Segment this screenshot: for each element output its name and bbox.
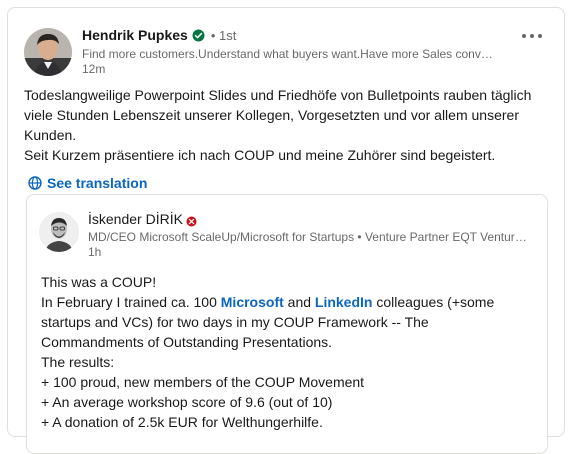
- reshared-text-line: This was a COUP!: [41, 274, 157, 290]
- reshared-text-line: + A donation of 2.5k EUR for Welthungerh…: [41, 414, 323, 430]
- post-text-paragraph: Todeslangweilige Powerpoint Slides und F…: [24, 87, 532, 143]
- post-header: Hendrik Pupkes • 1st Find more customers…: [24, 26, 548, 76]
- reshared-text-line: In February I trained ca. 100 Microsoft …: [41, 292, 535, 352]
- see-translation-label: See translation: [47, 175, 148, 191]
- reshared-post-header: İskender DİRİK MD/CEO Microsoft ScaleUp/…: [39, 210, 535, 260]
- more-horizontal-icon: [530, 34, 534, 38]
- reshared-text-fragment: In February I trained ca. 100: [41, 294, 221, 310]
- more-options-button[interactable]: [516, 26, 548, 46]
- mention-link-linkedin[interactable]: LinkedIn: [315, 294, 373, 310]
- reshared-author-name[interactable]: İskender DİRİK: [88, 211, 183, 227]
- reshared-text-line: The results:: [41, 354, 115, 370]
- author-avatar[interactable]: [24, 28, 72, 76]
- reshared-author-meta: İskender DİRİK MD/CEO Microsoft ScaleUp/…: [88, 210, 535, 260]
- status-badge-icon: [186, 214, 197, 226]
- reshared-author-avatar[interactable]: [39, 212, 79, 252]
- globe-icon: [28, 176, 42, 190]
- author-headline: Find more customers.Understand what buye…: [82, 47, 498, 61]
- reshared-text-line: + An average workshop score of 9.6 (out …: [41, 394, 333, 410]
- author-name[interactable]: Hendrik Pupkes: [82, 27, 188, 43]
- more-horizontal-icon: [538, 34, 542, 38]
- reshared-author-headline: MD/CEO Microsoft ScaleUp/Microsoft for S…: [88, 230, 533, 244]
- reshared-post-body: This was a COUP! In February I trained c…: [41, 272, 535, 432]
- reshared-post[interactable]: İskender DİRİK MD/CEO Microsoft ScaleUp/…: [26, 194, 548, 454]
- feed-post-card: Hendrik Pupkes • 1st Find more customers…: [7, 7, 565, 454]
- reshared-post-timestamp: 1h: [88, 245, 102, 259]
- connection-degree: • 1st: [210, 27, 237, 43]
- mention-link-microsoft[interactable]: Microsoft: [221, 294, 284, 310]
- more-horizontal-icon: [522, 34, 526, 38]
- verified-check-icon: [192, 29, 205, 42]
- author-meta: Hendrik Pupkes • 1st Find more customers…: [82, 26, 498, 77]
- reshared-text-fragment: and: [283, 294, 315, 310]
- see-translation-button[interactable]: See translation: [28, 175, 147, 191]
- post-text-paragraph: Seit Kurzem präsentiere ich nach COUP un…: [24, 147, 496, 163]
- reshared-text-line: + 100 proud, new members of the COUP Mov…: [41, 374, 365, 390]
- post-timestamp: 12m: [82, 62, 106, 76]
- post-body: Todeslangweilige Powerpoint Slides und F…: [24, 85, 548, 165]
